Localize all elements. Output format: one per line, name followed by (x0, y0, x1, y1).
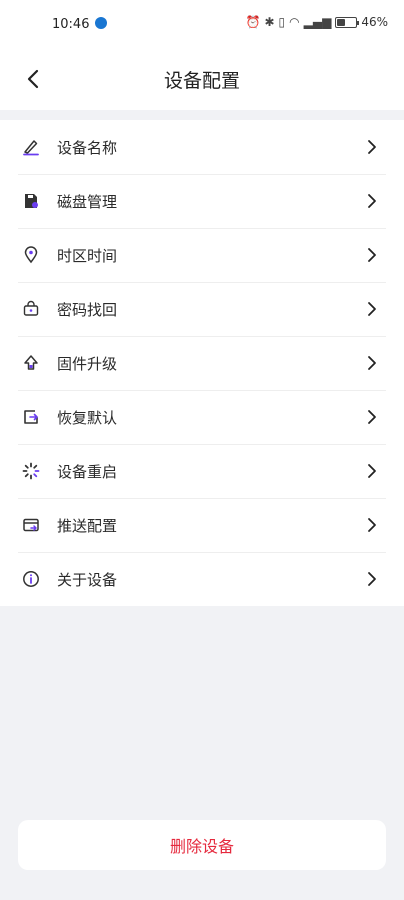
menu-item-disk-management[interactable]: 磁盘管理 (0, 174, 404, 228)
status-icons: ⏰ ✱ ▯ ◠ ▂▄▆ 46% (246, 15, 388, 29)
location-pin-icon (22, 246, 40, 264)
menu-item-label: 恢复默认 (57, 408, 118, 427)
upgrade-arrow-icon (22, 354, 40, 372)
chevron-right-icon (368, 302, 376, 316)
status-bar: 10:46 ⏰ ✱ ▯ ◠ ▂▄▆ 46% (0, 0, 404, 50)
section-spacer (0, 110, 404, 120)
menu-item-label: 设备重启 (57, 462, 118, 481)
menu-item-device-restart[interactable]: 设备重启 (0, 444, 404, 498)
menu-item-firmware-upgrade[interactable]: 固件升级 (0, 336, 404, 390)
edit-pen-icon (22, 138, 40, 156)
signal-icon: ▂▄▆ (303, 15, 332, 29)
wifi-icon: ◠ (289, 15, 300, 29)
status-time: 10:46 (52, 17, 90, 32)
menu-item-device-name[interactable]: 设备名称 (0, 120, 404, 174)
menu-item-label: 磁盘管理 (57, 192, 118, 211)
chevron-right-icon (368, 248, 376, 262)
delete-device-button[interactable]: 删除设备 (18, 820, 386, 870)
push-card-icon (22, 516, 40, 534)
menu-item-label: 固件升级 (57, 354, 118, 373)
bluetooth-icon: ✱ (264, 15, 275, 29)
restart-spinner-icon (22, 462, 40, 480)
alarm-icon: ⏰ (245, 15, 261, 29)
menu-item-about-device[interactable]: 关于设备 (0, 552, 404, 606)
menu-item-push-config[interactable]: 推送配置 (0, 498, 404, 552)
message-notification-icon (95, 17, 107, 29)
menu-item-label: 推送配置 (57, 516, 118, 535)
menu-item-label: 密码找回 (57, 300, 118, 319)
chevron-right-icon (368, 194, 376, 208)
menu-item-label: 关于设备 (57, 570, 118, 589)
battery-icon (335, 16, 360, 28)
menu-item-password-recovery[interactable]: 密码找回 (0, 282, 404, 336)
password-recovery-icon (22, 300, 40, 318)
page-title: 设备配置 (163, 70, 240, 92)
chevron-right-icon (368, 572, 376, 586)
header: 设备配置 (0, 50, 404, 110)
chevron-right-icon (368, 464, 376, 478)
disk-icon (22, 192, 40, 210)
chevron-right-icon (368, 140, 376, 154)
restore-icon (22, 408, 40, 426)
menu-item-label: 时区时间 (57, 246, 118, 265)
vibrate-icon: ▯ (278, 15, 286, 29)
chevron-right-icon (368, 518, 376, 532)
menu-item-restore-default[interactable]: 恢复默认 (0, 390, 404, 444)
chevron-right-icon (368, 410, 376, 424)
chevron-right-icon (368, 356, 376, 370)
settings-menu: 设备名称 磁盘管理 时区时间 密码找回 固件升级 恢复默认 设备重启 推送配置 … (0, 120, 404, 606)
info-icon (22, 570, 40, 588)
battery-percent: 46% (361, 15, 388, 29)
menu-item-label: 设备名称 (57, 138, 118, 157)
delete-device-label: 删除设备 (169, 837, 234, 856)
menu-item-timezone[interactable]: 时区时间 (0, 228, 404, 282)
